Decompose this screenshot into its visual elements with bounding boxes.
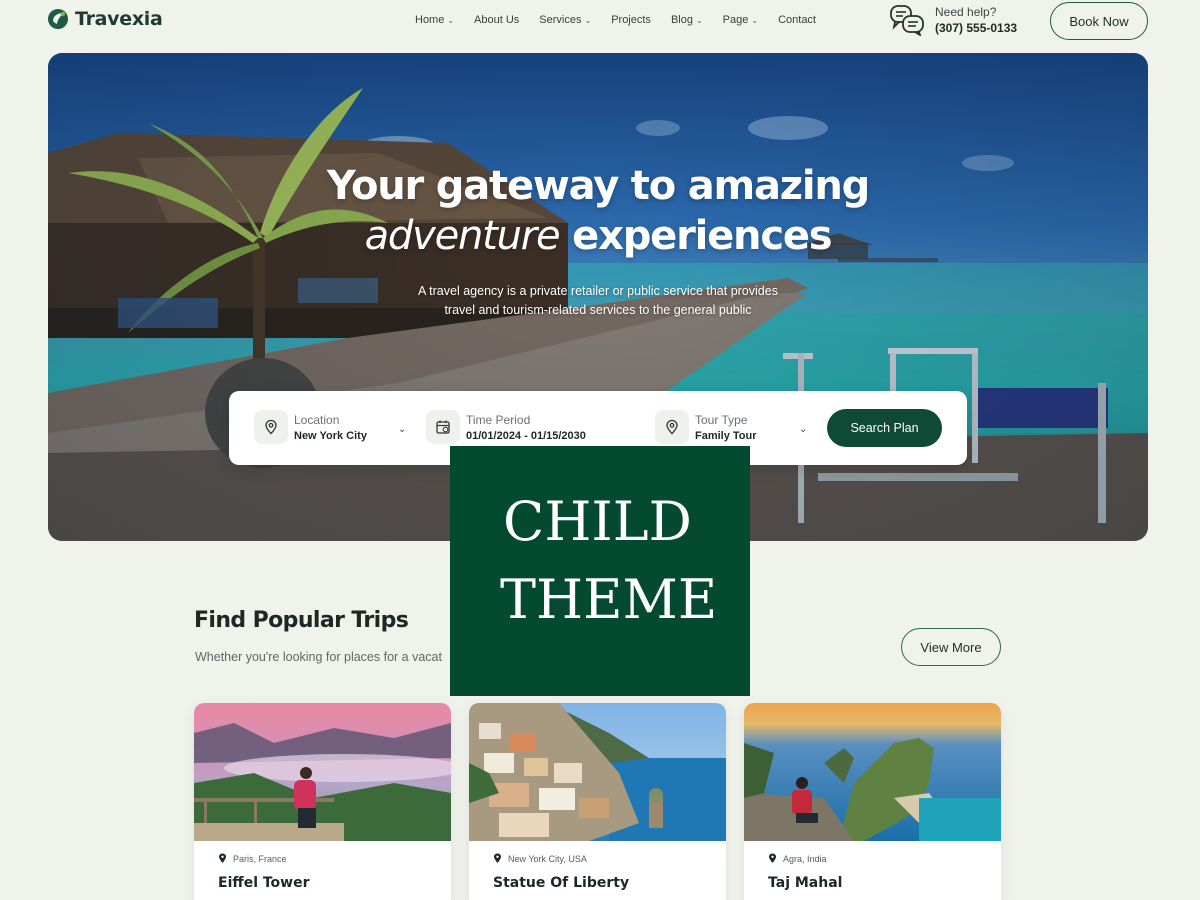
hero-title-rest: experiences: [559, 213, 832, 259]
location-pin-icon: [768, 853, 777, 864]
help-label: Need help?: [935, 5, 997, 19]
location-value: New York City: [294, 429, 367, 442]
trip-location: Paris, France: [218, 853, 287, 864]
location-pin-icon: [254, 410, 288, 444]
calendar-icon: [426, 410, 460, 444]
section-title: Find Popular Trips: [194, 608, 409, 633]
nav-item-services[interactable]: Services ⌄: [539, 14, 591, 26]
nav-item-page[interactable]: Page ⌄: [723, 14, 758, 26]
main-nav: Home ⌄ About Us Services ⌄ Projects Blog…: [415, 14, 836, 26]
trip-location-text: Paris, France: [233, 853, 287, 864]
nav-item-contact[interactable]: Contact: [778, 14, 816, 26]
tour-type-field[interactable]: Tour Type Family Tour ⌄: [655, 410, 807, 444]
trip-card[interactable]: New York City, USA Statue Of Liberty: [469, 703, 726, 900]
location-pin-icon: [493, 853, 502, 864]
chevron-down-icon: ⌄: [447, 15, 455, 25]
section-subtitle: Whether you're looking for places for a …: [195, 650, 442, 664]
hero-subtitle-line1: A travel agency is a private retailer or…: [418, 284, 778, 298]
nav-item-projects[interactable]: Projects: [611, 14, 651, 26]
hero-title-italic: adventure: [364, 213, 561, 259]
hero-subtitle-line2: travel and tourism-related services to t…: [444, 303, 752, 317]
brand-name: Travexia: [75, 8, 163, 30]
nav-item-label: Services: [539, 14, 582, 26]
location-field[interactable]: Location New York City ⌄: [254, 410, 406, 444]
hero-title-line2: adventure experiences: [48, 213, 1148, 259]
chevron-down-icon: ⌄: [695, 15, 703, 25]
tour-type-value: Family Tour: [695, 429, 757, 442]
logo-icon: [48, 9, 68, 29]
trip-location-text: New York City, USA: [508, 853, 587, 864]
trip-image: [194, 703, 451, 841]
chevron-down-icon: ⌄: [799, 424, 808, 435]
trip-name[interactable]: Statue Of Liberty: [493, 875, 629, 891]
nav-item-label: Blog: [670, 14, 693, 26]
chevron-down-icon: ⌄: [584, 15, 592, 25]
trip-location-text: Agra, India: [783, 853, 827, 864]
nav-item-label: About Us: [474, 14, 520, 26]
tour-type-label: Tour Type: [695, 412, 748, 427]
search-plan-button[interactable]: Search Plan: [827, 409, 942, 447]
nav-item-home[interactable]: Home ⌄: [415, 14, 454, 26]
time-period-value: 01/01/2024 - 01/15/2030: [466, 429, 586, 442]
hero-subtitle: A travel agency is a private retailer or…: [48, 282, 1148, 320]
location-pin-icon: [218, 853, 227, 864]
trip-image: [744, 703, 1001, 841]
location-label: Location: [294, 412, 340, 427]
chevron-down-icon: ⌄: [751, 15, 759, 25]
badge-line2: THEME: [500, 568, 718, 631]
location-pin-icon: [655, 410, 689, 444]
book-now-button[interactable]: Book Now: [1050, 2, 1148, 40]
chevron-down-icon: ⌄: [398, 424, 407, 435]
trip-card[interactable]: Paris, France Eiffel Tower: [194, 703, 451, 900]
hero-title-line1: Your gateway to amazing: [326, 163, 870, 209]
trip-name[interactable]: Eiffel Tower: [218, 875, 310, 891]
time-period-label: Time Period: [466, 412, 531, 427]
view-more-button[interactable]: View More: [901, 628, 1001, 666]
nav-item-blog[interactable]: Blog ⌄: [671, 14, 703, 26]
chat-icon: [890, 5, 924, 36]
nav-item-label: Page: [722, 14, 749, 26]
trip-location: Agra, India: [768, 853, 827, 864]
help-phone[interactable]: (307) 555-0133: [935, 21, 1017, 35]
trip-name[interactable]: Taj Mahal: [768, 875, 842, 891]
trip-image: [469, 703, 726, 841]
nav-item-label: Home: [415, 14, 445, 26]
time-period-field[interactable]: Time Period 01/01/2024 - 01/15/2030: [426, 410, 586, 444]
nav-item-label: Contact: [778, 14, 816, 26]
site-header: Travexia Home ⌄ About Us Services ⌄ Proj…: [0, 0, 1200, 46]
nav-item-label: Projects: [611, 14, 651, 26]
nav-item-about-us[interactable]: About Us: [474, 14, 519, 26]
help-contact[interactable]: Need help? (307) 555-0133: [889, 4, 1017, 36]
brand-logo[interactable]: Travexia: [47, 8, 163, 30]
trip-location: New York City, USA: [493, 853, 587, 864]
badge-line1: CHILD: [503, 490, 692, 553]
child-theme-badge: CHILD THEME: [450, 446, 750, 696]
trip-card[interactable]: Agra, India Taj Mahal: [744, 703, 1001, 900]
